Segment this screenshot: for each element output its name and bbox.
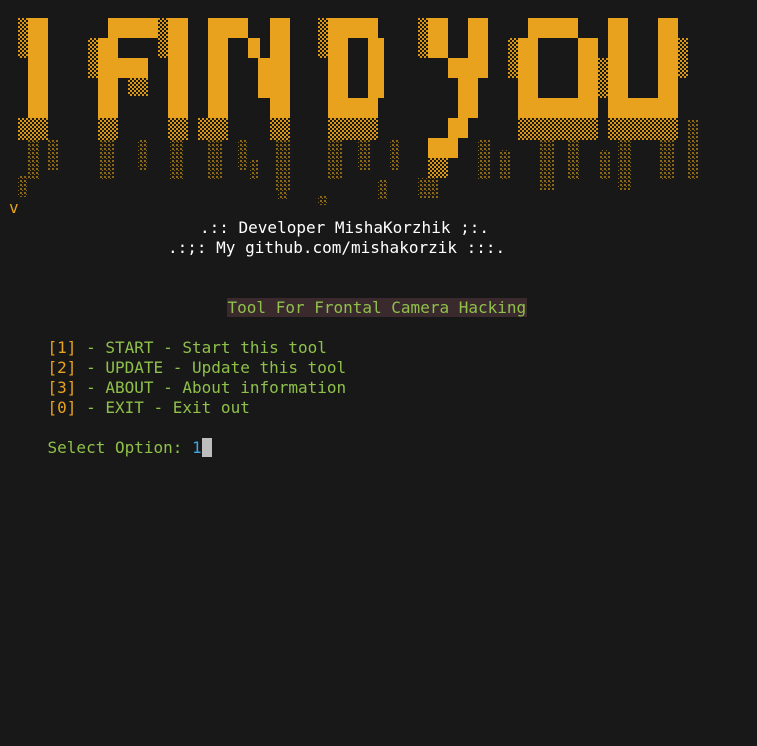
menu-option-exit[interactable]: [0] - EXIT - Exit out	[9, 378, 250, 417]
terminal-window[interactable]: v .:: Developer MishaKorzhik ;:. .:;: My…	[0, 0, 757, 746]
menu-option-start[interactable]: [1] - START - Start this tool	[9, 318, 327, 357]
menu-option-about[interactable]: [3] - ABOUT - About information	[9, 358, 347, 397]
github-credit: .:;: My github.com/mishakorzik :::.	[168, 238, 506, 257]
version-label: v	[9, 198, 19, 217]
banner-letter-o	[508, 18, 608, 190]
prompt-label: Select Option:	[47, 438, 193, 457]
menu-key: [0]	[47, 398, 77, 417]
text-cursor	[201, 438, 212, 457]
menu-label: - EXIT - Exit out	[76, 398, 250, 417]
banner-letter-y	[418, 18, 488, 198]
banner-letter-i	[18, 18, 48, 197]
banner-letter-i2	[158, 18, 188, 180]
ascii-art-banner	[0, 0, 757, 205]
tool-subtitle: Tool For Frontal Camera Hacking	[226, 298, 528, 317]
menu-option-update[interactable]: [2] - UPDATE - Update this tool	[9, 338, 347, 377]
prompt-input[interactable]: 1	[192, 438, 202, 457]
subtitle-line: Tool For Frontal Camera Hacking	[188, 278, 528, 317]
option-prompt[interactable]: Select Option: 1	[9, 418, 212, 457]
banner-letter-u	[608, 18, 688, 190]
developer-credit: .:: Developer MishaKorzhik ;:.	[200, 218, 489, 237]
banner-letter-d	[318, 18, 384, 205]
